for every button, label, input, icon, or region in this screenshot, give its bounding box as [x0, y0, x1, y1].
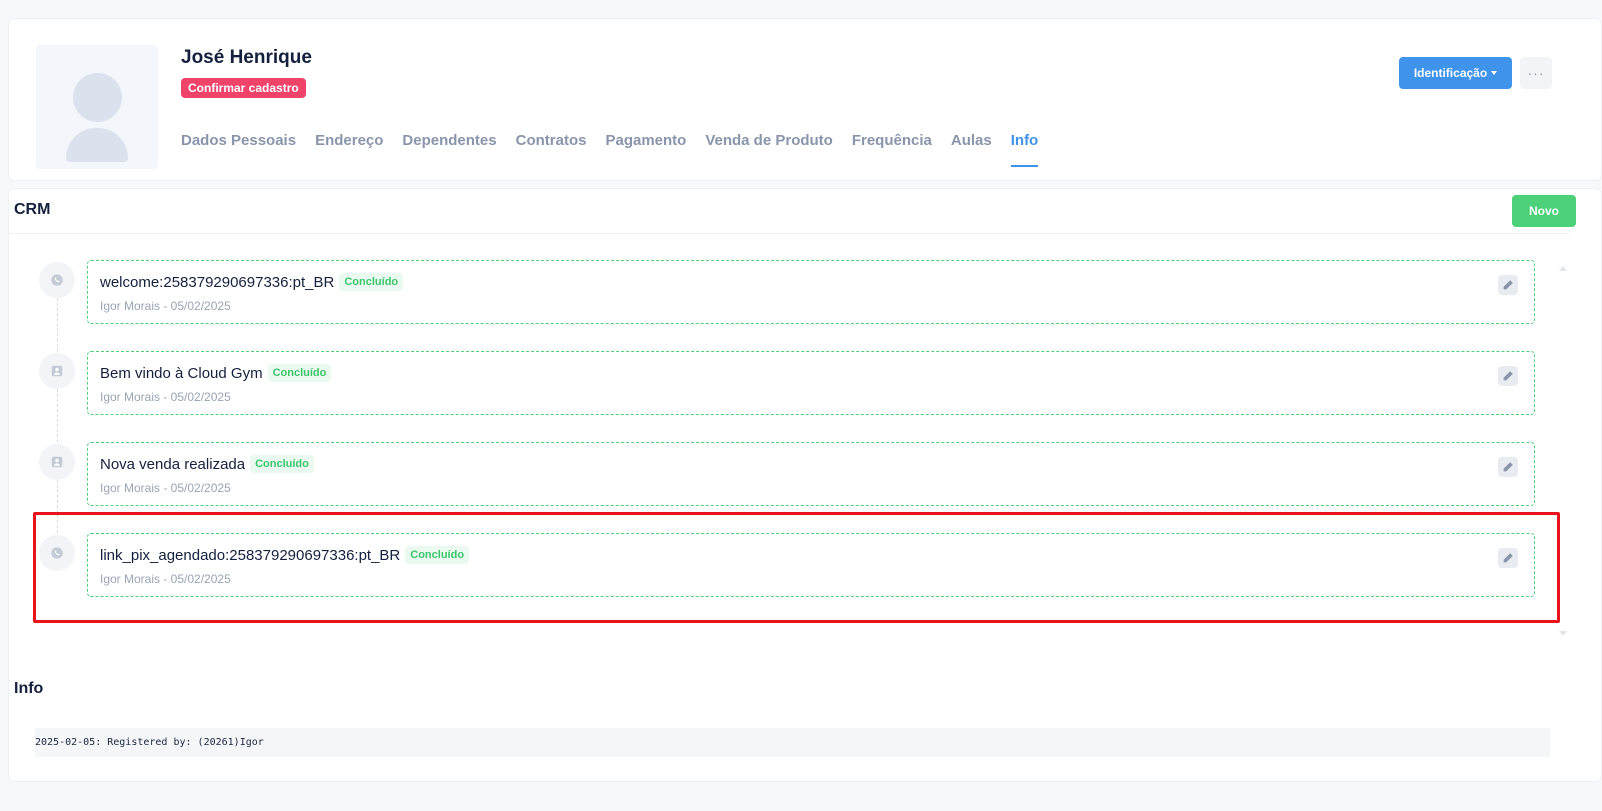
status-badge[interactable]: Confirmar cadastro — [181, 78, 306, 98]
timeline-item: Bem vindo à Cloud Gym Concluído Igor Mor… — [9, 351, 1569, 417]
avatar-body — [66, 128, 128, 162]
tab-info[interactable]: Info — [1010, 133, 1039, 167]
timeline-meta: Igor Morais - 05/02/2025 — [100, 481, 231, 495]
timeline-item: welcome:258379290697336:pt_BR Concluído … — [9, 260, 1569, 326]
timeline-title: Nova venda realizada — [100, 455, 246, 473]
timeline-title-row: Nova venda realizada Concluído — [100, 455, 314, 473]
status-badge: Concluído — [339, 273, 404, 291]
info-log: 2025-02-05: Registered by: (20261)Igor — [35, 728, 1550, 757]
timeline-card: Nova venda realizada Concluído Igor Mora… — [87, 442, 1535, 506]
tab-dependentes[interactable]: Dependentes — [402, 133, 496, 167]
user-icon — [39, 444, 75, 480]
edit-button[interactable] — [1498, 457, 1518, 477]
identification-button-label: Identificação — [1413, 66, 1488, 80]
pencil-icon — [1503, 462, 1513, 472]
tab-endereco[interactable]: Endereço — [315, 133, 383, 167]
timeline-item: Nova venda realizada Concluído Igor Mora… — [9, 442, 1569, 508]
whatsapp-icon — [39, 262, 75, 298]
timeline-title: Bem vindo à Cloud Gym — [100, 364, 263, 382]
edit-button[interactable] — [1498, 275, 1518, 295]
tab-aulas[interactable]: Aulas — [951, 133, 992, 167]
status-badge: Concluído — [250, 455, 314, 473]
timeline-card: welcome:258379290697336:pt_BR Concluído … — [87, 260, 1535, 324]
profile-card: José Henrique Confirmar cadastro Dados P… — [8, 18, 1602, 181]
crm-divider — [9, 233, 1569, 234]
status-badge: Concluído — [267, 364, 332, 382]
tab-pagamento[interactable]: Pagamento — [605, 133, 686, 167]
tab-dados-pessoais[interactable]: Dados Pessoais — [181, 133, 296, 167]
caret-down-icon — [1491, 71, 1498, 75]
avatar-head — [73, 73, 122, 122]
user-icon — [39, 353, 75, 389]
profile-tabs: Dados Pessoais Endereço Dependentes Cont… — [181, 133, 1057, 167]
timeline-card: Bem vindo à Cloud Gym Concluído Igor Mor… — [87, 351, 1535, 415]
crm-title: CRM — [14, 201, 51, 218]
profile-name: José Henrique — [181, 47, 312, 68]
timeline-title: welcome:258379290697336:pt_BR — [100, 273, 335, 291]
tab-contratos[interactable]: Contratos — [516, 133, 587, 167]
scroll-down-icon[interactable] — [1559, 631, 1567, 636]
avatar — [36, 45, 158, 169]
highlight-box — [33, 512, 1560, 623]
pencil-icon — [1503, 280, 1513, 290]
pencil-icon — [1503, 371, 1513, 381]
timeline-title-row: welcome:258379290697336:pt_BR Concluído — [100, 273, 404, 291]
new-crm-button[interactable]: Novo — [1512, 195, 1576, 227]
identification-button[interactable]: Identificação — [1399, 57, 1512, 89]
timeline-meta: Igor Morais - 05/02/2025 — [100, 390, 231, 404]
tab-venda-de-produto[interactable]: Venda de Produto — [705, 133, 833, 167]
timeline-meta: Igor Morais - 05/02/2025 — [100, 299, 231, 313]
more-options-button[interactable]: ··· — [1520, 57, 1552, 89]
crm-card: CRM Novo welcome:258379290697336:pt_BR C… — [8, 188, 1602, 782]
edit-button[interactable] — [1498, 366, 1518, 386]
info-title: Info — [14, 680, 44, 697]
timeline-title-row: Bem vindo à Cloud Gym Concluído — [100, 364, 332, 382]
tab-frequencia[interactable]: Frequência — [852, 133, 932, 167]
